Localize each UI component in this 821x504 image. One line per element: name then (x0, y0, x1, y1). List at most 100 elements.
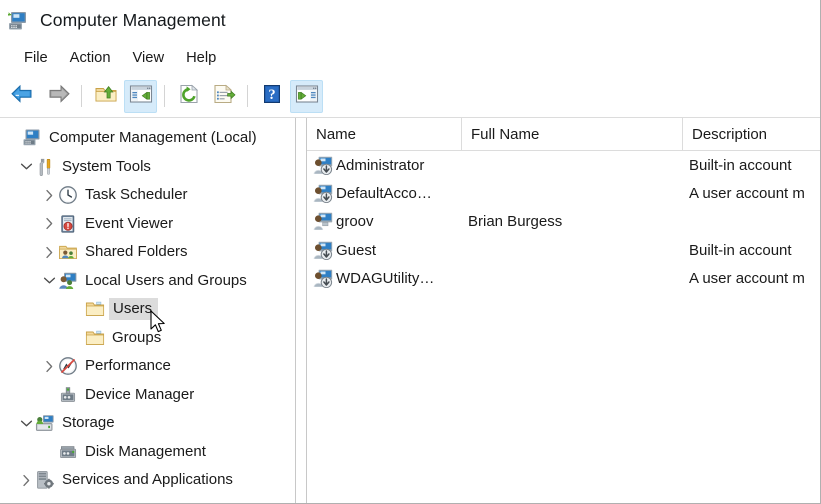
tree-item-disk-management[interactable]: Disk Management (0, 438, 295, 467)
user-disabled-icon (313, 156, 333, 175)
menu-file[interactable]: File (13, 47, 59, 69)
column-header-full-name[interactable]: Full Name (461, 118, 682, 150)
toolbar-separator-1 (81, 85, 82, 107)
tree-item-device-manager[interactable]: Device Manager (0, 381, 295, 410)
menu-action[interactable]: Action (59, 47, 122, 69)
tree-item-label: Performance (85, 356, 174, 376)
tree-item-content: Device Manager (58, 381, 197, 410)
services-applications-icon (35, 470, 55, 490)
user-row[interactable]: AdministratorBuilt-in account (307, 151, 820, 179)
user-disabled-icon (313, 184, 333, 203)
tree-item-content: Groups (85, 324, 164, 353)
event-viewer-icon (58, 214, 78, 234)
user-description-label: Built-in account (689, 242, 792, 259)
task-scheduler-icon (58, 185, 78, 205)
toolbar-separator-2 (164, 85, 165, 107)
column-header-description[interactable]: Description (682, 118, 820, 150)
local-users-groups-icon (58, 271, 78, 291)
tree-item-content: Task Scheduler (58, 181, 191, 210)
cell-description: A user account m (689, 179, 820, 207)
column-header-label: Description (692, 126, 767, 143)
help-question-icon: ? (261, 83, 283, 110)
chevron-placeholder (4, 124, 22, 152)
tree-item-content: Users (85, 295, 158, 324)
user-name-label: DefaultAcco… (336, 185, 432, 202)
shared-folders-icon (58, 242, 78, 262)
user-description-label: A user account m (689, 270, 805, 287)
user-disabled-icon (313, 241, 333, 260)
tree-item-content: Shared Folders (58, 238, 191, 267)
toolbar: ? (0, 75, 821, 118)
tree-item-label: Storage (62, 413, 118, 433)
tree-item-label: Shared Folders (85, 242, 191, 262)
toolbar-separator-3 (247, 85, 248, 107)
tree-item-storage[interactable]: Storage (0, 409, 295, 438)
cell-full-name (468, 265, 689, 293)
tree-item-shared-folders[interactable]: Shared Folders (0, 238, 295, 267)
chevron-down-icon[interactable] (40, 267, 58, 295)
chevron-right-icon[interactable] (40, 238, 58, 266)
tree-item-label: Users (109, 298, 158, 320)
cell-description (689, 208, 820, 236)
content-area: Computer Management (Local) System Tools T… (0, 118, 820, 503)
tree-item-label: System Tools (62, 157, 154, 177)
user-row[interactable]: GuestBuilt-in account (307, 236, 820, 264)
user-row[interactable]: DefaultAcco… A user account m (307, 179, 820, 207)
console-tree-pane: Computer Management (Local) System Tools T… (0, 118, 296, 503)
pane-splitter[interactable] (296, 118, 307, 503)
tree-item-services-and-applications[interactable]: Services and Applications (0, 466, 295, 495)
menu-help[interactable]: Help (175, 47, 227, 69)
user-row[interactable]: groovBrian Burgess (307, 208, 820, 236)
chevron-right-icon[interactable] (40, 181, 58, 209)
tree-item-content: Storage (35, 409, 118, 438)
menu-view[interactable]: View (122, 47, 176, 69)
users-list-pane: Name Full Name Description AdministratorBu… (307, 118, 820, 503)
user-description-label: Built-in account (689, 157, 792, 174)
show-hide-console-tree-button[interactable] (124, 80, 157, 113)
tree-item-computer-management-local[interactable]: Computer Management (Local) (0, 124, 295, 153)
action-pane-icon (295, 83, 319, 110)
chevron-placeholder (63, 324, 81, 352)
export-list-button[interactable] (207, 80, 240, 113)
performance-icon (58, 356, 78, 376)
chevron-right-icon[interactable] (40, 210, 58, 238)
folder-icon (85, 299, 105, 319)
folder-icon (85, 328, 105, 348)
forward-button[interactable] (41, 80, 74, 113)
tree-item-content: Computer Management (Local) (22, 124, 260, 153)
tree-item-event-viewer[interactable]: Event Viewer (0, 210, 295, 239)
cell-description: A user account m (689, 265, 820, 293)
back-button[interactable] (6, 80, 39, 113)
cell-full-name (468, 236, 689, 264)
storage-icon (35, 413, 55, 433)
tree-item-label: Device Manager (85, 385, 197, 405)
user-icon (313, 212, 333, 231)
tree-item-system-tools[interactable]: System Tools (0, 153, 295, 182)
chevron-down-icon[interactable] (17, 153, 35, 181)
device-manager-icon (58, 385, 78, 405)
system-tools-icon (35, 157, 55, 177)
tree-item-performance[interactable]: Performance (0, 352, 295, 381)
svg-text:?: ? (268, 87, 275, 103)
tree-item-label: Task Scheduler (85, 185, 191, 205)
chevron-placeholder (40, 438, 58, 466)
up-one-level-button[interactable] (89, 80, 122, 113)
show-hide-action-pane-button[interactable] (290, 80, 323, 113)
tree-item-users[interactable]: Users (0, 295, 295, 324)
user-row[interactable]: WDAGUtility… A user account m (307, 265, 820, 293)
chevron-right-icon[interactable] (17, 466, 35, 494)
user-full-name-label: Brian Burgess (468, 213, 562, 230)
help-button[interactable]: ? (255, 80, 288, 113)
column-header-label: Full Name (471, 126, 539, 143)
column-header-name[interactable]: Name (307, 118, 461, 150)
tree-item-content: Services and Applications (35, 466, 236, 495)
chevron-down-icon[interactable] (17, 409, 35, 437)
tree-item-label: Computer Management (Local) (49, 128, 260, 148)
refresh-button[interactable] (172, 80, 205, 113)
disk-management-icon (58, 442, 78, 462)
tree-item-task-scheduler[interactable]: Task Scheduler (0, 181, 295, 210)
chevron-right-icon[interactable] (40, 352, 58, 380)
tree-item-groups[interactable]: Groups (0, 324, 295, 353)
user-name-label: WDAGUtility… (336, 270, 434, 287)
tree-item-local-users-and-groups[interactable]: Local Users and Groups (0, 267, 295, 296)
